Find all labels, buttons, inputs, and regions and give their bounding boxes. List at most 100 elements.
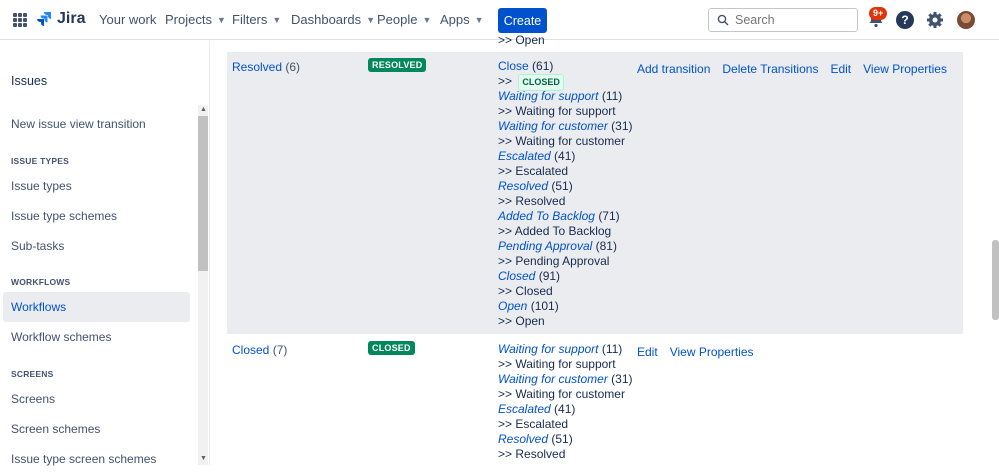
search-box[interactable] (708, 8, 858, 32)
sidebar-heading-issue-types: ISSUE TYPES (11, 156, 69, 166)
transition-target: >> Closed (498, 284, 553, 298)
transition-target: >> Waiting for support (498, 104, 616, 118)
operation-link-add-transition[interactable]: Add transition (637, 62, 710, 76)
operation-link-view-properties[interactable]: View Properties (670, 345, 754, 359)
transition-name-link[interactable]: Escalated (498, 149, 551, 163)
transition-item: Pending Approval (81) (498, 239, 633, 254)
sidebar-scrollbar-thumb[interactable] (198, 116, 208, 271)
status-lozenge-closed: CLOSED (368, 341, 415, 355)
transition-name-link[interactable]: Added To Backlog (498, 209, 595, 223)
status-count: (6) (285, 60, 301, 74)
transition-id: (41) (554, 402, 576, 416)
sidebar-item-issue-types[interactable]: Issue types (3, 171, 190, 201)
cut-off-transition-line: >> Open (498, 33, 545, 47)
transition-name-link[interactable]: Closed (498, 269, 535, 283)
target-status-name: Resolved (515, 194, 566, 208)
transition-item: Open (101) (498, 299, 633, 314)
status-link-resolved[interactable]: Resolved (232, 60, 282, 74)
transition-target: >> Pending Approval (498, 254, 610, 268)
transitions-list-closed: Waiting for support (11) >> Waiting for s… (498, 342, 633, 462)
sidebar-item-screen-schemes[interactable]: Screen schemes (3, 414, 190, 444)
transition-target: >> Resolved (498, 194, 566, 208)
target-status-name: Resolved (515, 447, 566, 461)
transition-id: (71) (598, 209, 620, 223)
help-icon[interactable]: ? (896, 11, 914, 29)
transition-name-link[interactable]: Resolved (498, 179, 548, 193)
transition-item: Waiting for support (11) (498, 89, 633, 104)
nav-apps[interactable]: Apps ▼ (440, 12, 484, 27)
nav-people[interactable]: People ▼ (377, 12, 431, 27)
chevron-down-icon: ▼ (272, 14, 282, 25)
target-status-name: Open (515, 314, 545, 328)
transition-target: >> Waiting for support (498, 357, 616, 371)
transition-id: (51) (551, 179, 573, 193)
sidebar-item-workflows[interactable]: Workflows (3, 292, 190, 322)
chevron-down-icon: ▼ (474, 14, 484, 25)
nav-dashboards[interactable]: Dashboards ▼ (291, 12, 375, 27)
nav-your-work[interactable]: Your work (99, 12, 156, 27)
transition-name-link[interactable]: Escalated (498, 402, 551, 416)
jira-logo[interactable]: Jira (36, 10, 85, 28)
transition-item: Escalated (41) (498, 402, 633, 417)
sidebar-item-sub-tasks[interactable]: Sub-tasks (3, 231, 190, 261)
operations-resolved: Add transition Delete Transitions Edit View… (637, 62, 947, 76)
transition-target: >> Added To Backlog (498, 224, 612, 238)
target-status-name: Waiting for support (515, 357, 616, 371)
status-lozenge-resolved: RESOLVED (368, 58, 427, 72)
sidebar-item-screens[interactable]: Screens (3, 384, 190, 414)
transition-name-link[interactable]: Resolved (498, 432, 548, 446)
transition-item: Waiting for customer (31) (498, 372, 633, 387)
transition-target: >> Open (498, 314, 545, 328)
transition-name-link[interactable]: Waiting for customer (498, 119, 608, 133)
target-status-name: Escalated (515, 417, 569, 431)
transition-name-link[interactable]: Open (498, 299, 527, 313)
settings-gear-icon[interactable] (926, 11, 944, 29)
transition-id: (51) (551, 432, 573, 446)
sidebar-item-issue-type-screen-schemes[interactable]: Issue type screen schemes (3, 444, 190, 474)
target-status-name: Waiting for customer (515, 134, 625, 148)
create-button[interactable]: Create (498, 8, 547, 33)
target-status-name: Waiting for customer (515, 387, 625, 401)
transition-name-link[interactable]: Waiting for support (498, 342, 599, 356)
operation-link-delete-transitions[interactable]: Delete Transitions (722, 62, 818, 76)
transition-name-link[interactable]: Pending Approval (498, 239, 592, 253)
app-switcher-icon[interactable] (13, 13, 27, 27)
transition-id: (91) (538, 269, 561, 283)
transitions-list-resolved: Close (61) >> CLOSED Waiting for support (… (498, 59, 633, 329)
sidebar-item-new-issue-view-transition[interactable]: New issue view transition (3, 109, 190, 139)
jira-logo-icon (37, 12, 51, 26)
search-icon (717, 14, 729, 26)
transition-target: >> Waiting for customer (498, 134, 625, 148)
transition-name-link[interactable]: Waiting for customer (498, 372, 608, 386)
operation-link-edit[interactable]: Edit (637, 345, 658, 359)
scroll-up-arrow-icon[interactable]: ▲ (200, 106, 207, 113)
sidebar-title: Issues (11, 74, 48, 88)
target-status-name: Added To Backlog (514, 224, 612, 238)
transition-name-link[interactable]: Close (498, 59, 529, 73)
target-status-name: Pending Approval (515, 254, 610, 268)
transition-item: Waiting for support (11) (498, 342, 633, 357)
status-link-closed[interactable]: Closed (232, 343, 269, 357)
operation-link-edit[interactable]: Edit (830, 62, 851, 76)
operation-link-view-properties[interactable]: View Properties (863, 62, 947, 76)
page-scrollbar-thumb[interactable] (992, 240, 999, 320)
transition-item: Close (61) (498, 59, 633, 74)
transition-id: (61) (532, 59, 554, 73)
transition-name-link[interactable]: Waiting for support (498, 89, 599, 103)
sidebar-item-issue-type-schemes[interactable]: Issue type schemes (3, 201, 190, 231)
nav-filters[interactable]: Filters ▼ (232, 12, 281, 27)
transition-target: >> CLOSED (498, 74, 633, 91)
target-status-name: Closed (515, 284, 553, 298)
transition-item: Resolved (51) (498, 179, 633, 194)
logo-text: Jira (57, 10, 86, 27)
target-status-name: Escalated (515, 164, 569, 178)
nav-projects[interactable]: Projects ▼ (165, 12, 226, 27)
transition-id: (31) (611, 372, 633, 386)
sidebar-heading-screens: SCREENS (11, 369, 54, 379)
search-input[interactable] (735, 13, 845, 27)
scroll-down-arrow-icon[interactable]: ▼ (200, 455, 207, 462)
chevron-down-icon: ▼ (366, 14, 376, 25)
transition-id: (101) (530, 299, 559, 313)
sidebar-item-workflow-schemes[interactable]: Workflow schemes (3, 322, 190, 352)
user-avatar[interactable] (957, 11, 975, 29)
